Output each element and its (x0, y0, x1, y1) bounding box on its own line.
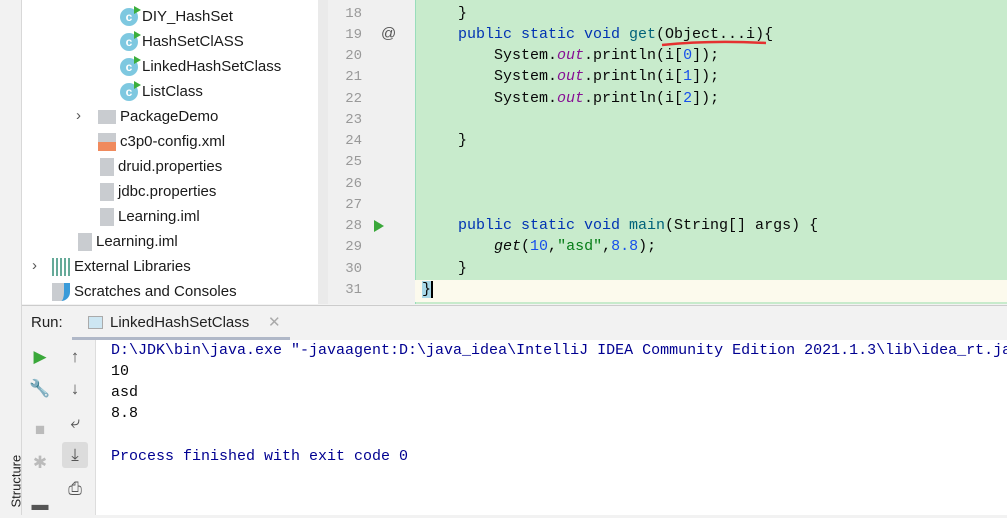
tree-item[interactable]: Learning.iml (100, 204, 200, 229)
tree-item[interactable]: c HashSetClASS (120, 29, 244, 54)
tree-item[interactable]: c LinkedHashSetClass (120, 54, 281, 79)
line-number: 23 (345, 112, 362, 128)
code-line: public static void main(String[] args) { (458, 217, 819, 234)
arrow-up-icon[interactable]: ↑ (62, 344, 88, 370)
line-number: 21 (345, 69, 362, 85)
run-label: Run: (31, 314, 63, 331)
tree-item[interactable]: Learning.iml (78, 229, 178, 254)
chevron-right-icon[interactable]: › (76, 107, 81, 124)
line-number: 26 (345, 176, 362, 192)
left-tool-strip: Structure (0, 0, 24, 515)
console-line: 8.8 (111, 405, 139, 422)
line-number: 20 (345, 48, 362, 64)
debug-icon[interactable]: ✱ (27, 450, 53, 476)
stop-icon[interactable]: ■ (27, 417, 53, 443)
console-icon (88, 316, 103, 329)
tree-item-label: c3p0-config.xml (120, 133, 226, 150)
wrench-icon[interactable]: 🔧 (27, 376, 53, 402)
tree-item-label: Scratches and Consoles (74, 283, 237, 300)
code-line: } (422, 281, 434, 298)
console-line: D:\JDK\bin\java.exe "-javaagent:D:\java_… (111, 342, 1007, 359)
tree-item[interactable]: druid.properties (100, 154, 222, 179)
run-toolbar: ▶ 🔧 ■ ✱ ▬ ↑ ↓ ⤶ ⤓ ⎙ (22, 340, 95, 515)
chevron-right-icon[interactable]: › (32, 257, 37, 274)
tree-item-label: druid.properties (118, 158, 223, 175)
tree-item[interactable]: c DIY_HashSet (120, 4, 233, 29)
code-line: System.out.println(i[2]); (494, 90, 720, 107)
tree-item-label: PackageDemo (120, 108, 219, 125)
tree-scrollbar[interactable] (318, 0, 328, 304)
line-number: 19 (345, 27, 362, 43)
code-line: get(10,"asd",8.8); (494, 238, 657, 255)
project-tree: c DIY_HashSet c HashSetClASS c LinkedHashSe… (22, 0, 318, 304)
current-line: } (415, 280, 1007, 302)
console-line: 10 (111, 363, 130, 380)
code-line: } (458, 5, 468, 22)
code-line: System.out.println(i[1]); (494, 68, 720, 85)
tree-item-label: Learning.iml (96, 233, 178, 250)
line-number: 24 (345, 133, 362, 149)
tree-item-label: jdbc.properties (118, 183, 217, 200)
code-line: } (458, 260, 468, 277)
override-marker-icon[interactable]: @ (381, 25, 396, 42)
console-line: asd (111, 384, 139, 401)
line-number: 22 (345, 91, 362, 107)
code-line: } (458, 132, 468, 149)
tree-item-label: ListClass (142, 83, 203, 100)
line-number: 18 (345, 6, 362, 22)
line-number: 27 (345, 197, 362, 213)
run-tab-label: LinkedHashSetClass (110, 314, 250, 331)
code-line: System.out.println(i[0]); (494, 47, 720, 64)
line-number: 30 (345, 261, 362, 277)
layout-icon[interactable]: ▬ (27, 492, 53, 518)
tree-item[interactable]: Scratches and Consoles (52, 279, 237, 304)
code-editor[interactable]: } public static void get(Object...i){ Sy… (415, 0, 1007, 304)
tree-item[interactable]: External Libraries (52, 254, 191, 279)
line-number: 31 (345, 282, 362, 298)
print-icon[interactable]: ⎙ (62, 476, 88, 502)
line-number: 29 (345, 239, 362, 255)
xml-file-icon (98, 133, 116, 152)
console-output[interactable]: D:\JDK\bin\java.exe "-javaagent:D:\java_… (95, 340, 1007, 515)
line-number: 28 (345, 218, 362, 234)
run-tab[interactable]: LinkedHashSetClass ✕ (72, 305, 290, 340)
scroll-to-end-icon[interactable]: ⤓ (62, 442, 88, 468)
scratches-icon (52, 283, 70, 302)
rerun-icon[interactable]: ▶ (27, 344, 53, 370)
tree-item-label: External Libraries (74, 258, 191, 275)
soft-wrap-icon[interactable]: ⤶ (62, 410, 88, 436)
java-class-icon: c (120, 81, 141, 102)
iml-file-icon (100, 208, 114, 227)
tree-item[interactable]: c3p0-config.xml (98, 129, 225, 154)
libraries-icon (52, 258, 70, 277)
java-class-icon: c (120, 56, 141, 77)
tree-item-label: DIY_HashSet (142, 8, 233, 25)
run-gutter-icon[interactable] (374, 220, 384, 232)
line-number: 25 (345, 154, 362, 170)
iml-file-icon (78, 233, 92, 252)
editor-gutter: 18 19 20 21 22 23 24 25 26 27 28 29 30 3… (328, 0, 415, 304)
tree-item[interactable]: jdbc.properties (100, 179, 216, 204)
java-class-icon: c (120, 6, 141, 27)
tree-item[interactable]: PackageDemo (98, 104, 218, 129)
tree-item-label: Learning.iml (118, 208, 200, 225)
console-line: Process finished with exit code 0 (111, 448, 409, 465)
tree-item-label: HashSetClASS (142, 33, 244, 50)
java-class-icon: c (120, 31, 141, 52)
properties-file-icon (100, 183, 114, 202)
close-icon[interactable]: ✕ (268, 313, 281, 331)
folder-icon (98, 110, 116, 125)
tree-item-label: LinkedHashSetClass (142, 58, 282, 75)
arrow-down-icon[interactable]: ↓ (62, 376, 88, 402)
properties-file-icon (100, 158, 114, 177)
tree-item[interactable]: c ListClass (120, 79, 203, 104)
